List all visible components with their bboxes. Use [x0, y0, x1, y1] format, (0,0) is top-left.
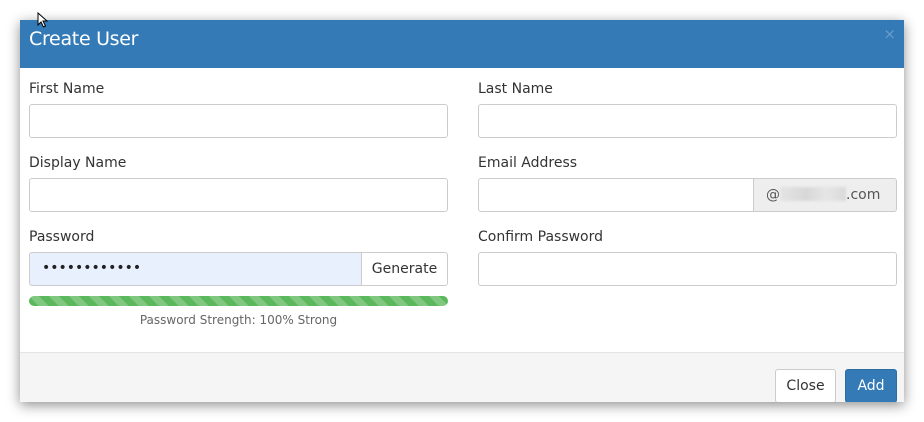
confirm-password-label: Confirm Password — [478, 229, 604, 245]
redacted-domain — [780, 187, 846, 201]
first-name-input[interactable] — [29, 104, 448, 138]
email-domain-addon: @ .com — [753, 178, 897, 212]
password-strength-bar — [29, 296, 448, 306]
display-name-input[interactable] — [29, 178, 448, 212]
close-button[interactable]: Close — [775, 369, 836, 402]
password-input[interactable]: •••••••••••• — [29, 252, 362, 286]
last-name-input[interactable] — [478, 104, 897, 138]
email-label: Email Address — [478, 155, 578, 171]
email-field: Email Address @ .com — [478, 155, 897, 212]
email-domain-suffix: .com — [846, 187, 881, 203]
password-strength-fill — [29, 296, 448, 306]
password-field: Password •••••••••••• Generate Password … — [29, 229, 448, 327]
create-user-dialog: Create User × First Name Display Name Pa… — [20, 20, 904, 402]
display-name-field: Display Name — [29, 155, 448, 212]
confirm-password-input[interactable] — [478, 252, 897, 286]
password-strength-text: Password Strength: 100% Strong — [139, 313, 338, 327]
display-name-label: Display Name — [29, 155, 127, 171]
mouse-pointer-icon — [37, 12, 49, 28]
password-label: Password — [29, 229, 95, 245]
dialog-body: First Name Display Name Password •••••••… — [20, 68, 904, 352]
email-domain-prefix: @ — [766, 187, 780, 203]
last-name-field: Last Name — [478, 81, 897, 138]
first-name-label: First Name — [29, 81, 105, 97]
dialog-header: Create User × — [20, 20, 904, 68]
last-name-label: Last Name — [478, 81, 553, 97]
add-button[interactable]: Add — [845, 369, 897, 402]
confirm-password-field: Confirm Password — [478, 229, 897, 286]
dialog-title: Create User — [29, 28, 139, 50]
first-name-field: First Name — [29, 81, 448, 138]
close-icon[interactable]: × — [883, 27, 896, 42]
generate-password-button[interactable]: Generate — [361, 252, 448, 286]
dialog-footer: Close Add — [20, 352, 904, 402]
email-input[interactable] — [478, 178, 754, 212]
